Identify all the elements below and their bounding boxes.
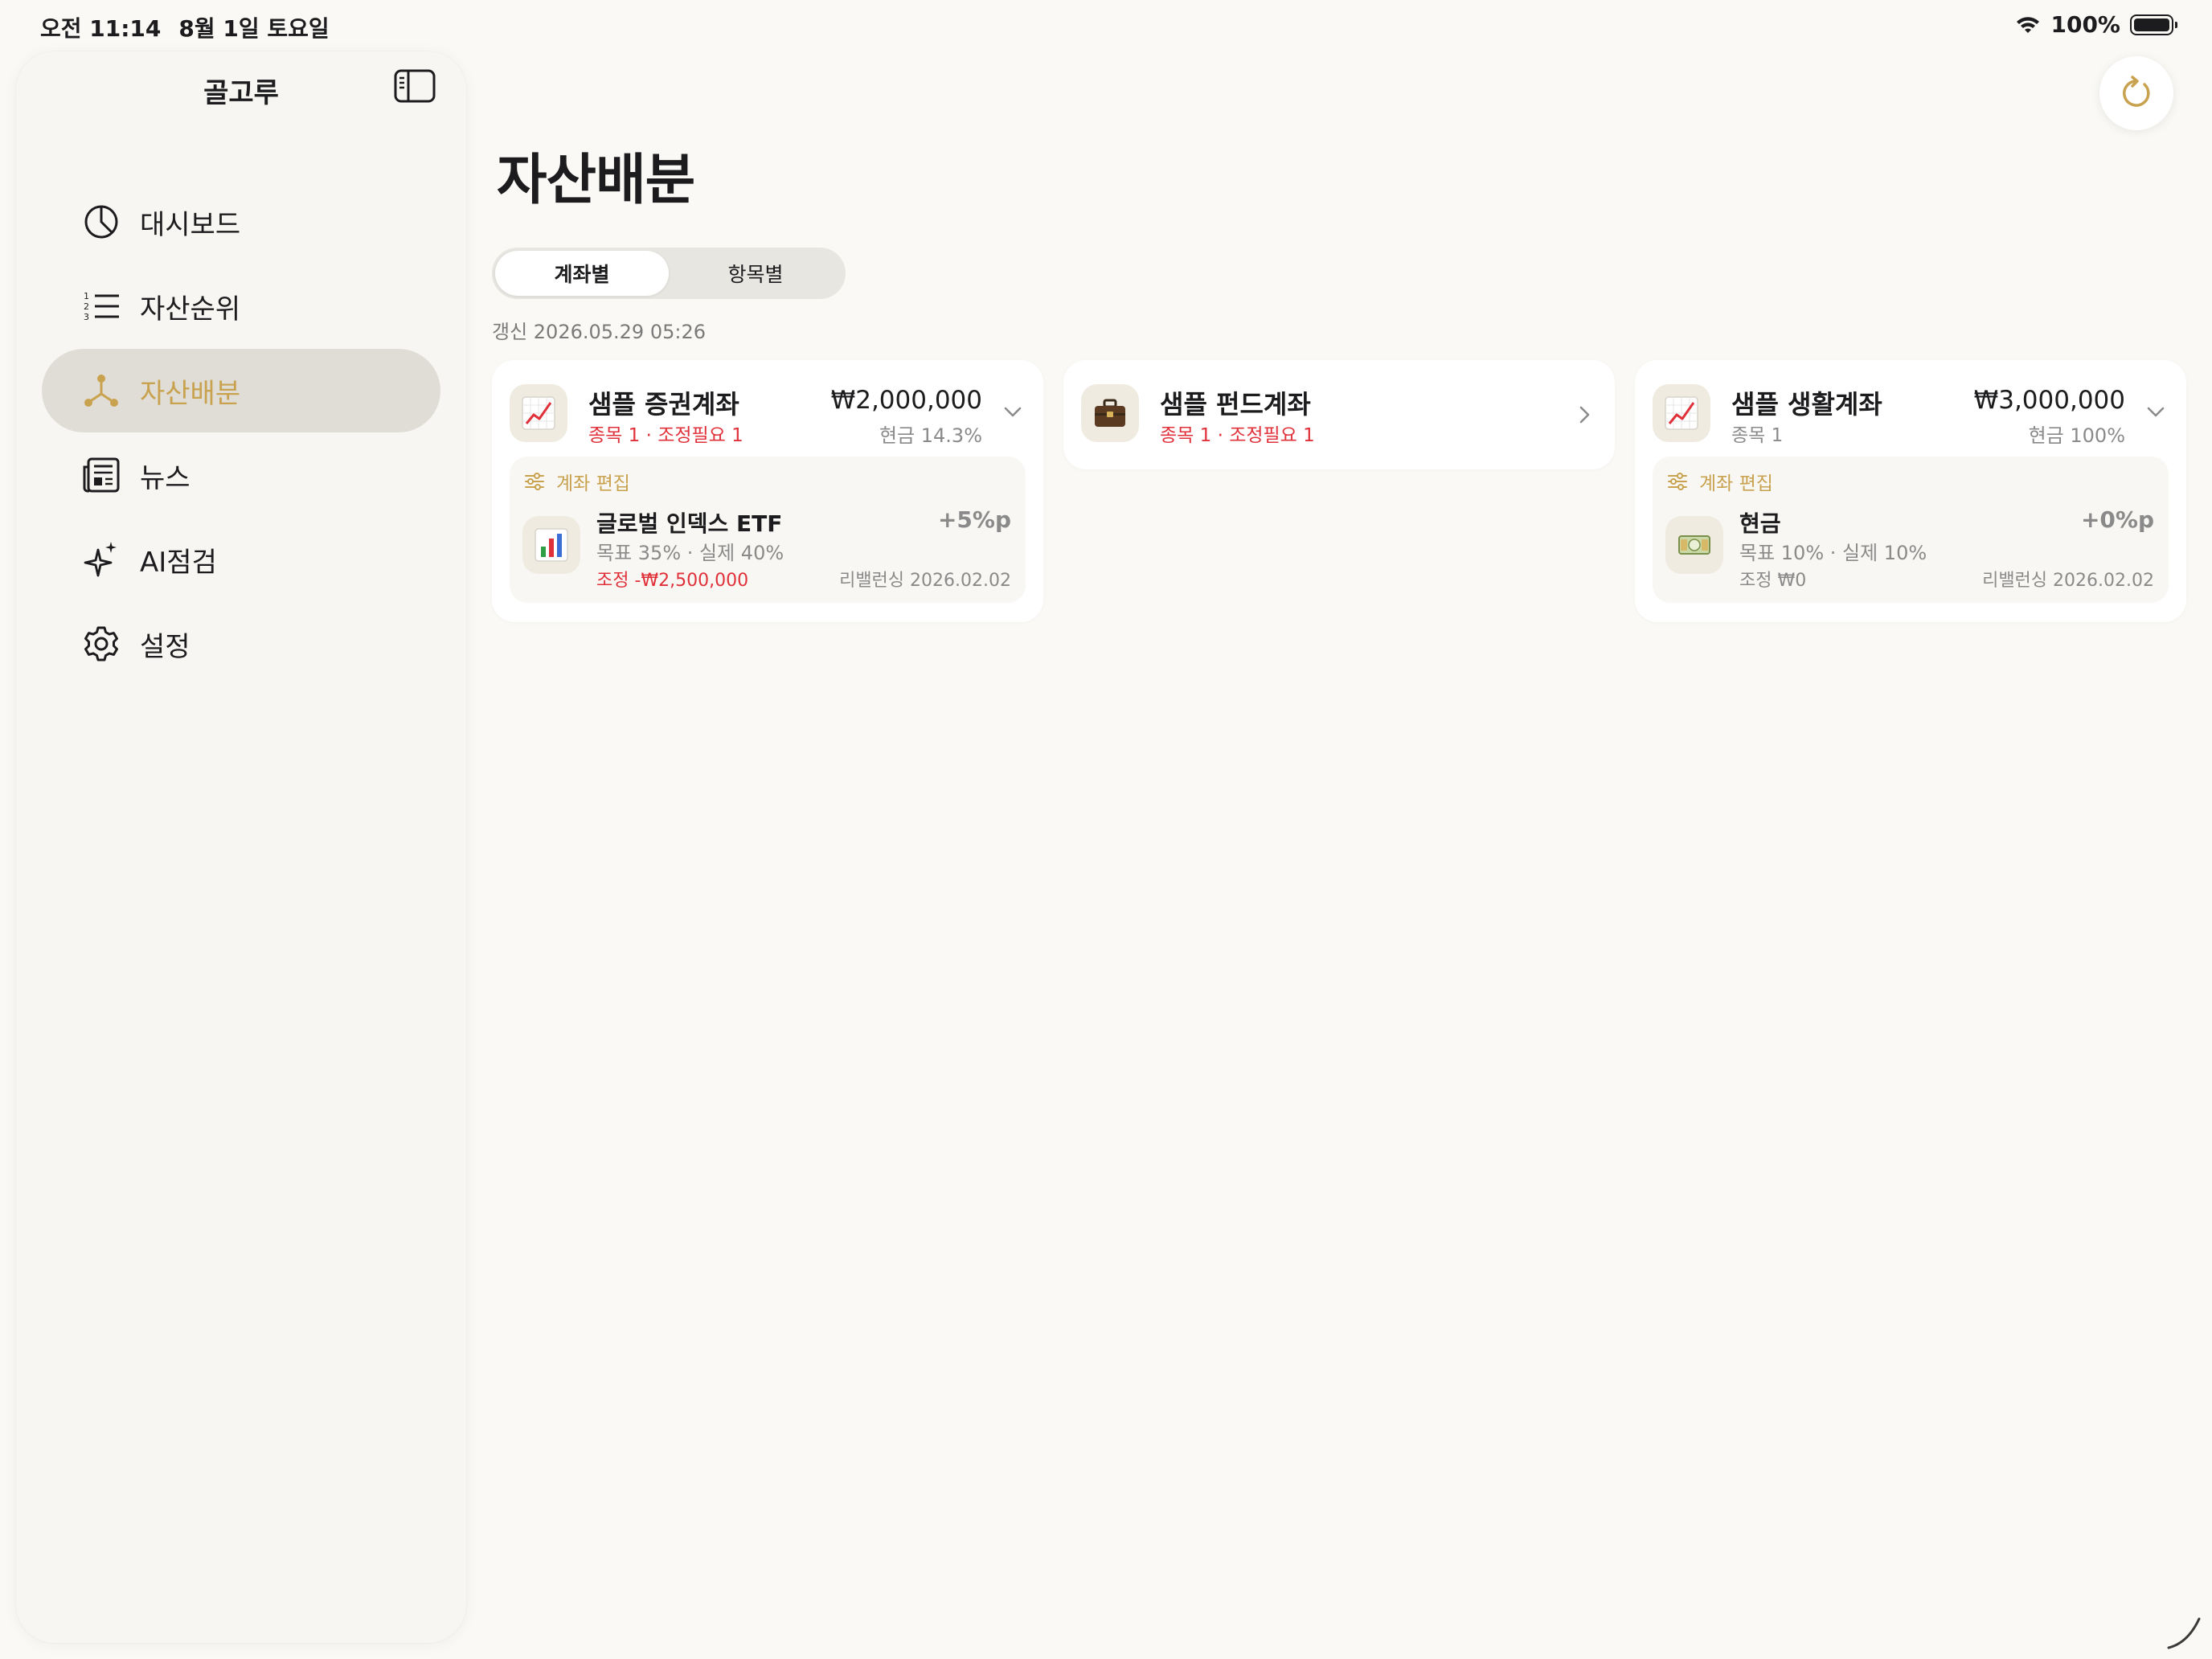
- holding-rebalance-date: 리밸런싱 2026.02.02: [839, 571, 1011, 591]
- sidebar-item-dashboard[interactable]: 대시보드: [42, 180, 440, 264]
- newspaper-icon: [82, 456, 121, 494]
- account-card-living: 샘플 생활계좌 종목 1 ₩3,000,000 현금 100% 계좌 편집 현금…: [1635, 360, 2186, 622]
- account-card-fund[interactable]: 샘플 펀드계좌 종목 1 · 조정필요 1: [1063, 360, 1615, 469]
- account-amount: ₩2,000,000: [830, 386, 982, 415]
- banknote-icon: [1665, 516, 1723, 574]
- account-name: 샘플 펀드계좌: [1160, 389, 1311, 420]
- account-card-body: 계좌 편집 글로벌 인덱스 ETF 목표 35% · 실제 40% 조정 -₩2…: [510, 457, 1026, 603]
- chevron-down-icon[interactable]: [2144, 400, 2167, 423]
- segment-by-account[interactable]: 계좌별: [495, 251, 669, 296]
- sidebar-item-settings[interactable]: 설정: [42, 602, 440, 686]
- page-title: 자산배분: [497, 149, 695, 212]
- status-time: 오전 11:14: [40, 15, 162, 42]
- holding-rebalance-date: 리밸런싱 2026.02.02: [1982, 571, 2154, 591]
- sidebar: 골고루 대시보드 123 자산순위 자산배분 뉴스 AI점검 설정: [16, 51, 466, 1643]
- account-card-securities: 샘플 증권계좌 종목 1 · 조정필요 1 ₩2,000,000 현금 14.3…: [492, 360, 1043, 622]
- holding-target-actual: 목표 35% · 실제 40%: [596, 542, 784, 564]
- account-amount: ₩3,000,000: [1973, 386, 2125, 415]
- account-cash-ratio: 현금 14.3%: [879, 424, 982, 447]
- briefcase-icon: [1081, 384, 1139, 442]
- sidebar-item-asset-ranking[interactable]: 123 자산순위: [42, 264, 440, 348]
- svg-text:1: 1: [84, 291, 89, 301]
- sidebar-item-news[interactable]: 뉴스: [42, 433, 440, 517]
- account-summary: 종목 1 · 조정필요 1: [1160, 425, 1315, 446]
- account-summary: 종목 1: [1731, 425, 1784, 446]
- sliders-icon: [1667, 473, 1688, 490]
- battery-icon: [2130, 14, 2177, 35]
- sidebar-item-label: 자산순위: [140, 293, 241, 326]
- account-card-header[interactable]: 샘플 생활계좌 종목 1 ₩3,000,000 현금 100%: [1635, 360, 2186, 457]
- status-bar-system: 100%: [2015, 11, 2177, 38]
- holding-name: 현금: [1739, 510, 1781, 537]
- holding-delta: +0%p: [2080, 506, 2154, 533]
- svg-text:2: 2: [84, 301, 89, 312]
- wifi-icon: [2015, 15, 2041, 35]
- chart-up-icon: [510, 384, 567, 442]
- battery-percent: 100%: [2050, 11, 2120, 38]
- edit-account-label: 계좌 편집: [556, 473, 630, 494]
- edit-account-button[interactable]: 계좌 편집: [1667, 468, 1773, 495]
- account-name: 샘플 증권계좌: [588, 389, 739, 420]
- sidebar-toggle-icon[interactable]: [394, 69, 436, 103]
- holding-adjustment: 조정 ₩0: [1739, 571, 1807, 591]
- chart-up-icon: [1653, 384, 1710, 442]
- account-summary: 종목 1 · 조정필요 1: [588, 425, 743, 446]
- holding-name: 글로벌 인덱스 ETF: [596, 510, 783, 537]
- sidebar-item-asset-allocation[interactable]: 자산배분: [42, 349, 440, 432]
- allocation-nodes-icon: [82, 371, 121, 410]
- status-bar-datetime: 오전 11:14 8월 1일 토요일: [40, 11, 330, 43]
- status-date: 8월 1일 토요일: [178, 15, 330, 42]
- account-cash-ratio: 현금 100%: [2028, 424, 2125, 447]
- last-updated: 갱신 2026.05.29 05:26: [492, 321, 706, 343]
- pencil-stroke-icon: [2164, 1611, 2204, 1651]
- view-segmented-control: 계좌별 항목별: [492, 248, 846, 299]
- bar-chart-icon: [522, 516, 580, 574]
- chevron-down-icon[interactable]: [1002, 400, 1024, 423]
- refresh-icon: [2118, 75, 2155, 112]
- sidebar-item-label: 설정: [140, 630, 190, 663]
- holding-adjustment: 조정 -₩2,500,000: [596, 571, 749, 591]
- holding-target-actual: 목표 10% · 실제 10%: [1739, 542, 1927, 564]
- refresh-button[interactable]: [2099, 56, 2173, 130]
- sidebar-nav: 대시보드 123 자산순위 자산배분 뉴스 AI점검 설정: [42, 180, 440, 686]
- chevron-right-icon[interactable]: [1573, 403, 1596, 426]
- account-name: 샘플 생활계좌: [1731, 389, 1882, 420]
- account-card-header[interactable]: 샘플 펀드계좌 종목 1 · 조정필요 1: [1063, 360, 1615, 469]
- segment-by-item[interactable]: 항목별: [669, 251, 842, 296]
- sidebar-item-ai-check[interactable]: AI점검: [42, 518, 440, 601]
- sliders-icon: [524, 473, 545, 490]
- gear-icon: [82, 625, 121, 663]
- edit-account-label: 계좌 편집: [1699, 473, 1773, 494]
- sparkles-icon: [82, 540, 121, 579]
- pie-chart-icon: [82, 203, 121, 241]
- edit-account-button[interactable]: 계좌 편집: [524, 468, 630, 495]
- battery-level: [2134, 18, 2169, 31]
- sidebar-item-label: 자산배분: [140, 377, 241, 410]
- sidebar-item-label: 뉴스: [140, 461, 190, 494]
- holding-delta: +5%p: [937, 506, 1011, 533]
- numbered-list-icon: 123: [82, 287, 121, 326]
- sidebar-item-label: AI점검: [140, 546, 217, 579]
- sidebar-item-label: 대시보드: [140, 208, 241, 241]
- account-card-header[interactable]: 샘플 증권계좌 종목 1 · 조정필요 1 ₩2,000,000 현금 14.3…: [492, 360, 1043, 457]
- svg-text:3: 3: [84, 312, 89, 322]
- account-card-body: 계좌 편집 현금 목표 10% · 실제 10% 조정 ₩0 +0%p 리밸런싱…: [1653, 457, 2169, 603]
